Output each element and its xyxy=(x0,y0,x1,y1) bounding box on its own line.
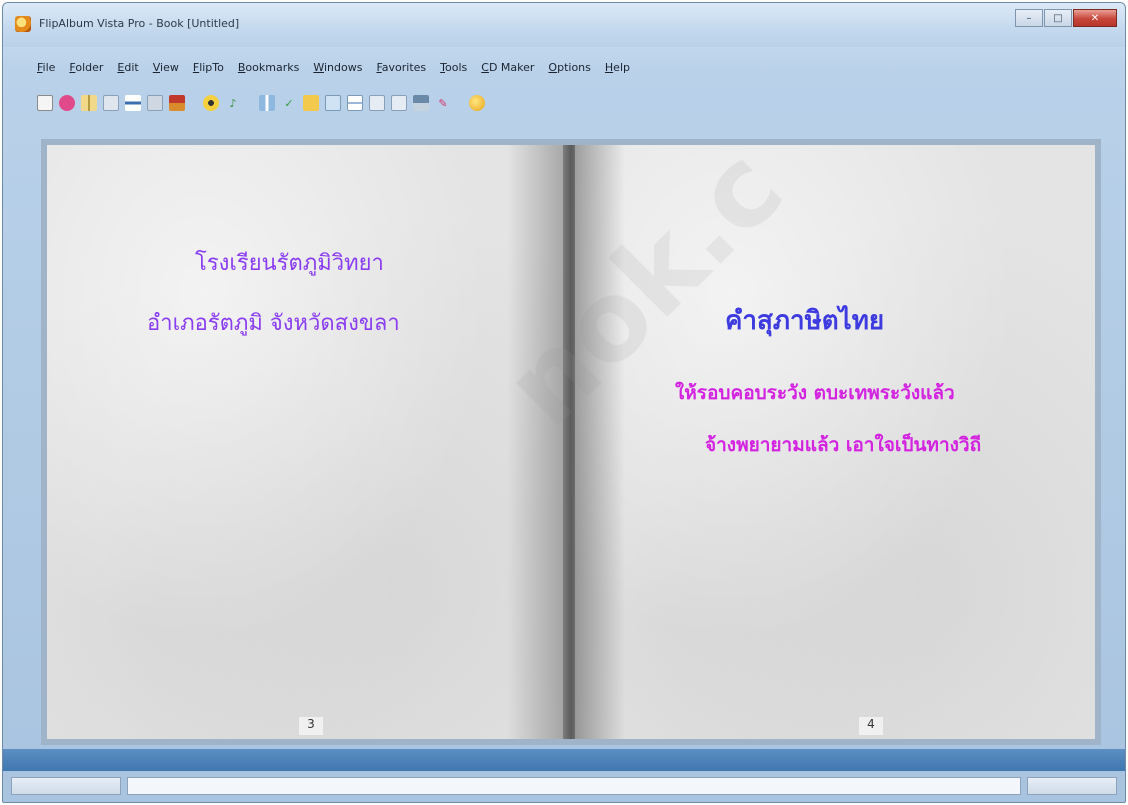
book-viewer[interactable]: โรงเรียนรัตภูมิวิทยา อำเภอรัตภูมิ จังหวั… xyxy=(41,139,1101,745)
right-page[interactable]: คำสุภาษิตไทย ให้รอบคอบระวัง ตบะเทพระวังแ… xyxy=(575,145,1095,739)
title-bar[interactable]: FlipAlbum Vista Pro - Book [Untitled] – … xyxy=(3,3,1125,47)
toolbar-separator xyxy=(191,95,197,111)
burn-icon[interactable] xyxy=(203,95,219,111)
menu-cd-maker[interactable]: CD Maker xyxy=(481,61,534,77)
minimize-button[interactable]: – xyxy=(1015,9,1043,27)
toolbar: ♪ ✓ ✎ xyxy=(37,93,485,113)
left-page-number: 3 xyxy=(299,717,323,735)
viewer-footer-band xyxy=(3,749,1125,771)
toolbar-separator xyxy=(457,95,463,111)
menu-file[interactable]: File xyxy=(37,61,55,77)
menu-tools[interactable]: Tools xyxy=(440,61,467,77)
right-page-line1: ให้รอบคอบระวัง ตบะเทพระวังแล้ว xyxy=(675,382,955,404)
menu-bar: File Folder Edit View FlipTo Bookmarks W… xyxy=(37,61,630,77)
menu-help[interactable]: Help xyxy=(605,61,630,77)
open-icon[interactable] xyxy=(59,95,75,111)
window-title: FlipAlbum Vista Pro - Book [Untitled] xyxy=(39,17,240,30)
status-main-panel xyxy=(127,777,1021,795)
share-icon[interactable]: ✎ xyxy=(435,95,451,111)
zoom-icon[interactable] xyxy=(347,95,363,111)
toolbar-separator xyxy=(247,95,253,111)
thumbnail-icon[interactable] xyxy=(325,95,341,111)
album-icon[interactable] xyxy=(81,95,97,111)
left-page[interactable]: โรงเรียนรัตภูมิวิทยา อำเภอรัตภูมิ จังหวั… xyxy=(47,145,567,739)
left-page-line2: อำเภอรัตภูมิ จังหวัดสงขลา xyxy=(147,311,400,336)
menu-folder[interactable]: Folder xyxy=(69,61,103,77)
edit-icon[interactable] xyxy=(147,95,163,111)
menu-options[interactable]: Options xyxy=(548,61,590,77)
help-icon[interactable] xyxy=(469,95,485,111)
index-icon[interactable] xyxy=(369,95,385,111)
left-page-line1: โรงเรียนรัตภูมิวิทยา xyxy=(195,251,384,276)
status-left-panel xyxy=(11,777,121,795)
page-icon[interactable] xyxy=(103,95,119,111)
menu-favorites[interactable]: Favorites xyxy=(376,61,426,77)
music-icon[interactable]: ♪ xyxy=(225,95,241,111)
menu-bookmarks[interactable]: Bookmarks xyxy=(238,61,299,77)
right-page-number: 4 xyxy=(859,717,883,735)
menu-edit[interactable]: Edit xyxy=(117,61,138,77)
app-icon[interactable] xyxy=(15,16,31,32)
flip-icon[interactable]: ✓ xyxy=(281,95,297,111)
close-button[interactable]: ✕ xyxy=(1073,9,1117,27)
menu-view[interactable]: View xyxy=(153,61,179,77)
print-icon[interactable] xyxy=(413,95,429,111)
status-bar xyxy=(11,777,1117,795)
layout-icon[interactable] xyxy=(125,95,141,111)
right-page-line2: จ้างพยายามแล้ว เอาใจเป็นทางวิถี xyxy=(705,434,982,456)
status-right-panel xyxy=(1027,777,1117,795)
new-icon[interactable] xyxy=(37,95,53,111)
save-icon[interactable] xyxy=(169,95,185,111)
bookmark-icon[interactable] xyxy=(303,95,319,111)
menu-flipto[interactable]: FlipTo xyxy=(193,61,224,77)
menu-windows[interactable]: Windows xyxy=(313,61,362,77)
view-icon[interactable] xyxy=(259,95,275,111)
right-page-title: คำสุภาษิตไทย xyxy=(725,306,885,336)
app-window: FlipAlbum Vista Pro - Book [Untitled] – … xyxy=(2,2,1126,803)
maximize-button[interactable]: □ xyxy=(1044,9,1072,27)
window-controls: – □ ✕ xyxy=(1015,9,1117,27)
slideshow-icon[interactable] xyxy=(391,95,407,111)
